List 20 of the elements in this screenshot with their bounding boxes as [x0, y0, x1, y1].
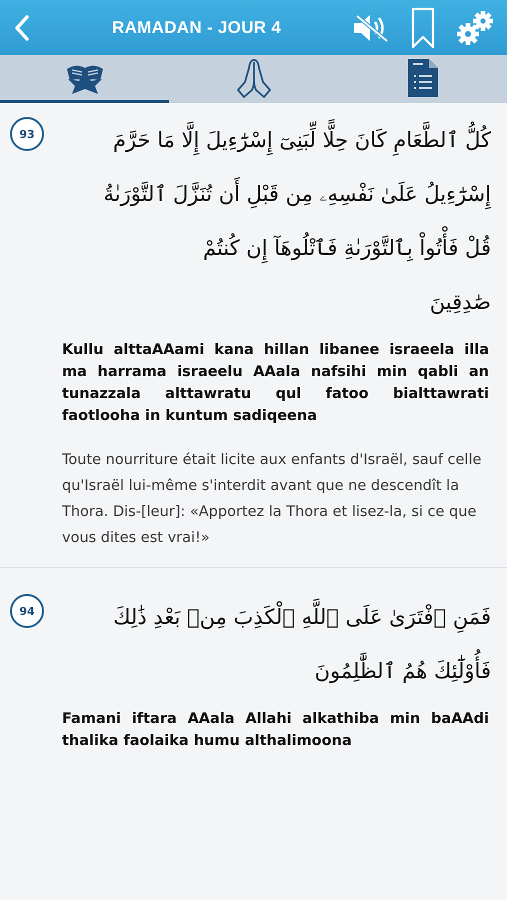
translation-text: Toute nourriture était licite aux enfants d'Israël, sauf celle qu'Israël lui-même s'interdit avant que ne descendît la Thora. Dis-[leur]: «Apportez la Thora et lisez-la, si ce que vous dites est vrai!»	[62, 451, 482, 548]
arabic-verse-line: قُلْ فَأْتُواْ بِٱلتَّوْرَىٰةِ فَٱتْلُوهَآ إِن كُنتُمْ	[44, 223, 491, 273]
praying-hands-icon	[234, 58, 272, 98]
verse-number-badge: 94	[10, 594, 44, 628]
header-title: RAMADAN - JOUR 4	[112, 18, 282, 38]
verse-number-badge: 93	[10, 117, 44, 151]
bookmark-icon	[411, 6, 435, 48]
transliteration-text: Famani iftara AAala Allahi alkathiba min baAAdi thalika faolaika humu althalimoona	[62, 710, 489, 751]
arabic-verse-line: صَٰدِقِينَ	[428, 289, 491, 316]
back-button[interactable]	[14, 14, 30, 40]
arabic-verse-line: فَمَنِ ٱفْتَرَىٰ عَلَى ٱللَّهِ ٱلْكَذِبَ مِنۢ بَعْدِ ذَٰلِكَ	[44, 592, 491, 642]
settings-icon	[455, 8, 495, 46]
arabic-verse-line: إِسْرَٰٓءِيلُ عَلَىٰ نَفْسِهِۦ مِن قَبْلِ أَن تُنَزَّلَ ٱلتَّوْرَىٰةُ	[44, 169, 491, 219]
bookmark-button[interactable]	[411, 6, 435, 48]
document-list-icon	[406, 58, 438, 98]
chevron-left-icon	[14, 14, 30, 40]
transliteration-text: Kullu alttaAAami kana hillan libanee israeela illa ma harrama israeelu AAala nafsihi min qabli an tunazzala alttawratu qul fatoo bialttawrati faotlooha in kuntum sadiqeena	[62, 341, 489, 426]
arabic-verse-line: فَأُوْلَٰٓئِكَ هُمُ ٱلظَّٰلِمُونَ	[44, 646, 491, 696]
settings-button[interactable]	[455, 8, 495, 46]
arabic-verse-line: كُلُّ ٱلطَّعَامِ كَانَ حِلًّا لِّبَنِىٓ إِسْرَٰٓءِيلَ إِلَّا مَا حَرَّمَ	[44, 115, 491, 165]
